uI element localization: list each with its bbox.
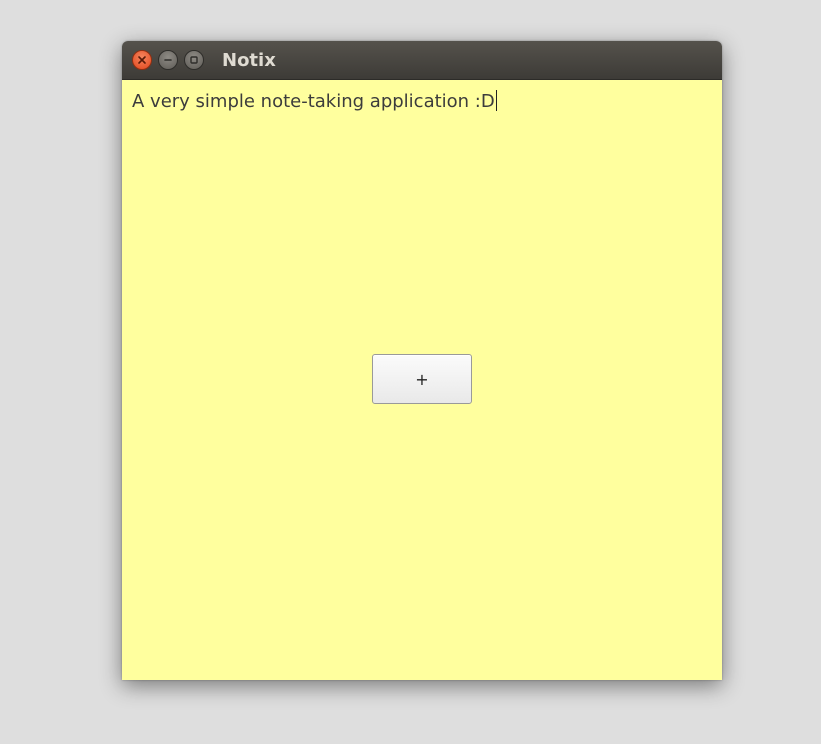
window-title: Notix	[222, 50, 276, 71]
minimize-button[interactable]	[158, 50, 178, 70]
add-note-button[interactable]: +	[372, 354, 472, 404]
app-window: Notix A very simple note-taking applicat…	[122, 41, 722, 680]
note-text: A very simple note-taking application :D	[132, 91, 495, 112]
maximize-icon	[190, 56, 198, 64]
close-button[interactable]	[132, 50, 152, 70]
note-text-editor[interactable]: A very simple note-taking application :D	[132, 90, 497, 113]
title-bar[interactable]: Notix	[122, 41, 722, 80]
maximize-button[interactable]	[184, 50, 204, 70]
note-area[interactable]: A very simple note-taking application :D…	[122, 80, 722, 680]
close-icon	[138, 56, 146, 64]
minimize-icon	[164, 59, 172, 61]
text-caret	[495, 90, 497, 111]
